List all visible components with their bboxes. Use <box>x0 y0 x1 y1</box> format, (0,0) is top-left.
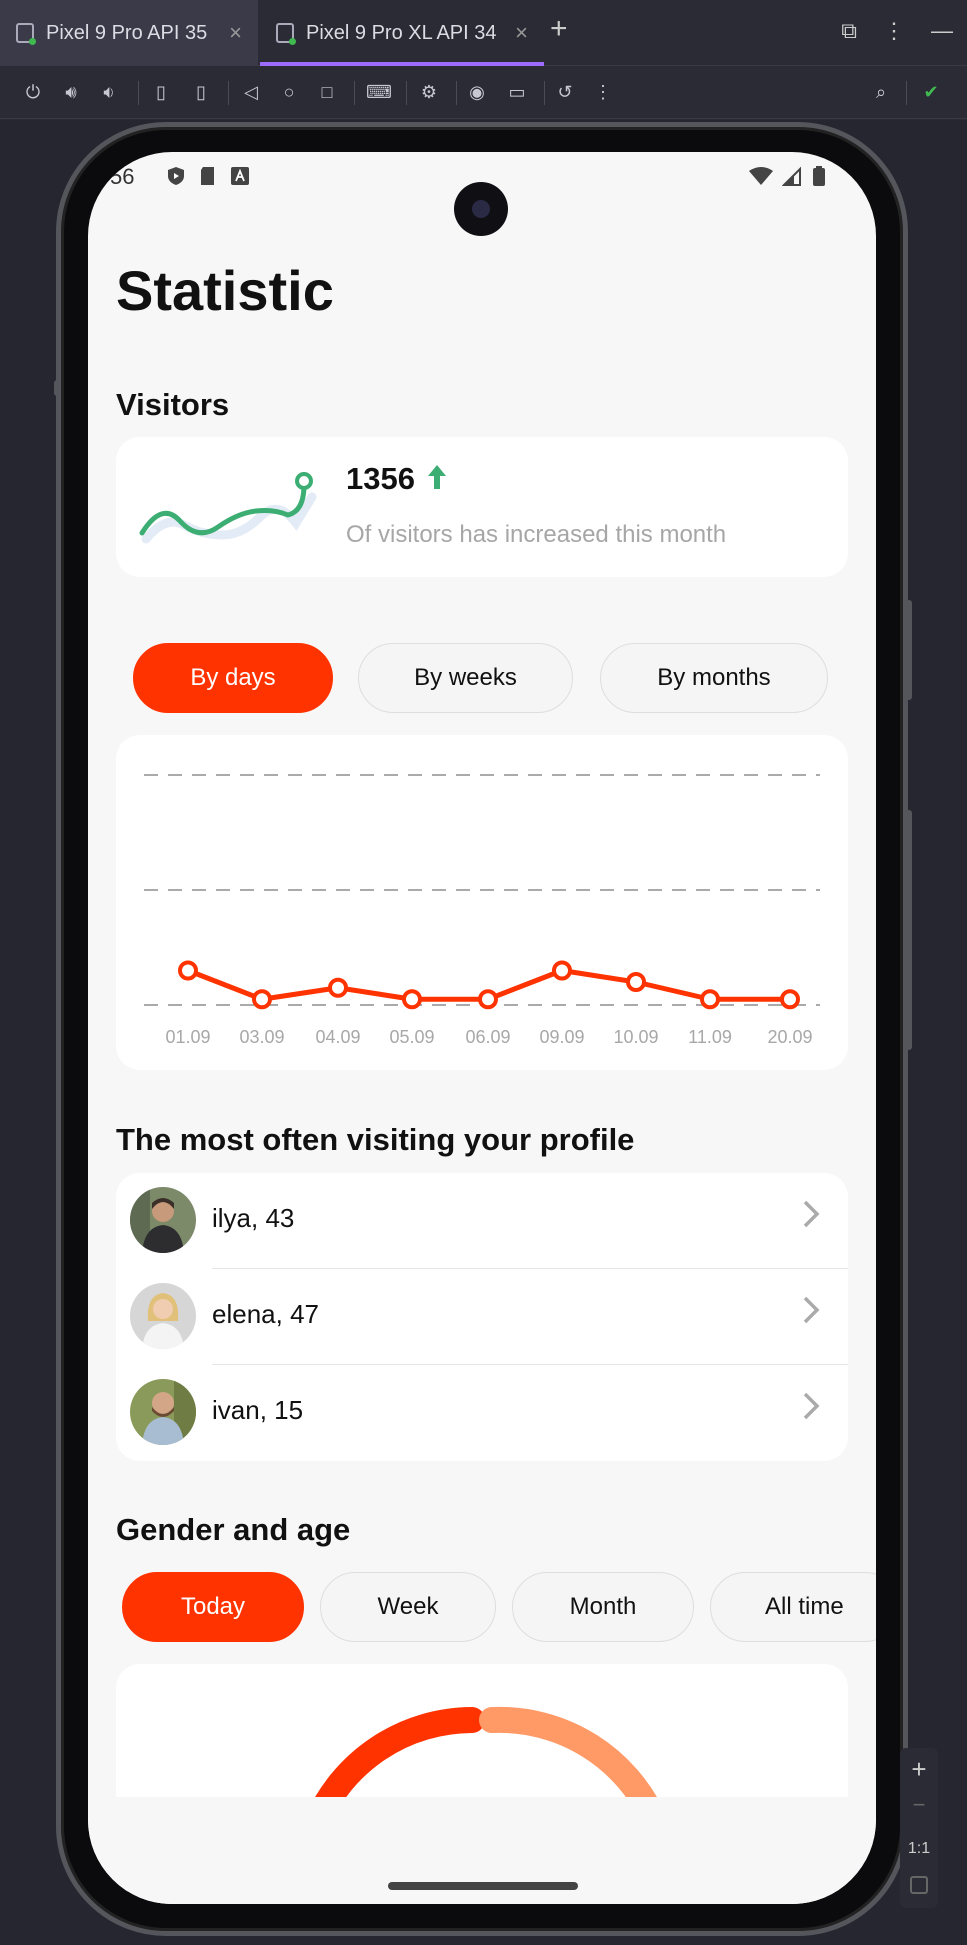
x-tick-label: 06.09 <box>465 1027 510 1047</box>
list-item-ilya[interactable]: ilya, 43 <box>116 1173 848 1269</box>
close-icon[interactable]: × <box>229 20 242 46</box>
sd-card-icon <box>201 167 214 185</box>
data-point-04.09[interactable] <box>328 977 348 998</box>
data-point-20.09[interactable] <box>780 989 800 1010</box>
period-tab-by-months[interactable]: By months <box>600 643 828 713</box>
close-icon[interactable]: × <box>515 20 528 46</box>
screenrecord-icon[interactable]: ▭ <box>504 79 530 105</box>
volume-up-icon[interactable]: 🔊︎ <box>58 79 84 105</box>
zoom-out-button[interactable]: − <box>900 1792 938 1818</box>
chevron-right-icon <box>803 1392 820 1420</box>
tab-pixel-9-pro-api-35[interactable]: Pixel 9 Pro API 35 × <box>0 0 258 66</box>
visitor-name: elena, 47 <box>212 1299 319 1329</box>
rotate-left-icon[interactable]: ▯ <box>148 79 174 105</box>
x-tick-label: 11.09 <box>688 1027 732 1047</box>
phone-screen[interactable]: 56 Statistic Visitors 1356 Of visitors h… <box>88 152 876 1904</box>
emulator-toolbar: ⏻ 🔊︎ 🔉︎ ▯ ▯ ◁ ○ □ ⌨ ⚙ ◉ ▭ ↺ ⋮ ⌕ ✔ <box>0 67 967 119</box>
shield-icon <box>168 167 184 185</box>
wifi-icon <box>749 167 773 185</box>
chevron-right-icon <box>803 1200 820 1228</box>
tab-label: Pixel 9 Pro API 35 <box>46 21 208 44</box>
period-tab-by-weeks[interactable]: By weeks <box>358 643 573 713</box>
data-point-10.09[interactable] <box>626 972 646 992</box>
status-time: 56 <box>110 164 135 189</box>
front-camera <box>454 182 508 236</box>
page-title: Statistic <box>116 259 334 322</box>
visitor-name: ivan, 15 <box>212 1395 304 1425</box>
visitors-count: 1356 <box>346 461 415 496</box>
back-icon[interactable]: ◁ <box>238 79 264 105</box>
range-tab-all-time[interactable]: All time <box>710 1572 876 1642</box>
visitors-description: Of visitors has increased this month <box>346 521 727 548</box>
overview-icon[interactable]: □ <box>314 79 340 105</box>
data-point-05.09[interactable] <box>402 989 422 1010</box>
data-point-03.09[interactable] <box>252 989 272 1010</box>
home-indicator[interactable] <box>388 1882 578 1890</box>
visitor-name: ilya, 43 <box>212 1203 295 1233</box>
rotate-right-icon[interactable]: ▯ <box>188 79 214 105</box>
data-point-11.09[interactable] <box>700 989 720 1010</box>
gender-age-heading: Gender and age <box>116 1512 351 1547</box>
visits-line-chart: 01.09 03.09 04.09 05.09 06.09 09.09 10.09 11.09… <box>144 774 820 1047</box>
font-a-icon <box>231 167 249 185</box>
visitor-list: ilya, 43 elena, 47 ivan, 15 <box>116 1173 848 1461</box>
battery-icon <box>813 166 825 186</box>
range-tab-month[interactable]: Month <box>512 1572 694 1642</box>
snapshot-icon[interactable]: ↺ <box>552 79 578 105</box>
arrow-up-icon <box>428 465 446 489</box>
most-visiting-heading: The most often visiting your profile <box>116 1122 635 1157</box>
screenshot-icon[interactable]: ◉ <box>464 79 490 105</box>
x-tick-label: 03.09 <box>239 1027 284 1047</box>
tab-pixel-9-pro-xl-api-34[interactable]: Pixel 9 Pro XL API 34 × <box>260 0 544 66</box>
more-icon[interactable]: ⋮ <box>883 18 905 44</box>
tab-label: Pixel 9 Pro XL API 34 <box>306 21 497 44</box>
visitors-card: 1356 Of visitors has increased this mont… <box>116 437 848 577</box>
signal-icon <box>782 166 801 186</box>
volume-down-icon[interactable]: 🔉︎ <box>96 79 122 105</box>
avatar <box>130 1187 196 1253</box>
device-icon <box>276 23 296 45</box>
zoom-ratio-button[interactable]: 1:1 <box>900 1840 938 1858</box>
x-tick-label: 20.09 <box>767 1027 812 1047</box>
avatar <box>130 1283 196 1349</box>
chevron-right-icon <box>803 1296 820 1324</box>
range-tab-week[interactable]: Week <box>320 1572 496 1642</box>
zoom-controls: + − 1:1 <box>900 1748 938 1908</box>
fit-screen-icon[interactable] <box>910 1876 928 1894</box>
more-icon[interactable]: ⋮ <box>590 79 616 105</box>
device-icon <box>16 23 36 45</box>
device-settings-icon[interactable]: ⚙ <box>416 79 442 105</box>
home-icon[interactable]: ○ <box>276 79 302 105</box>
restore-icon[interactable]: ⧉ <box>841 18 857 44</box>
x-tick-label: 04.09 <box>315 1027 360 1047</box>
list-item-elena[interactable]: elena, 47 <box>116 1269 848 1365</box>
avatar <box>130 1379 196 1445</box>
data-point-01.09[interactable] <box>178 960 198 981</box>
visits-chart-card: 01.09 03.09 04.09 05.09 06.09 09.09 10.09 11.09… <box>116 735 848 1070</box>
check-icon[interactable]: ✔ <box>918 79 944 105</box>
new-tab-button[interactable]: + <box>550 12 568 46</box>
list-item-ivan[interactable]: ivan, 15 <box>116 1365 848 1461</box>
data-point-06.09[interactable] <box>478 989 498 1010</box>
minimize-icon[interactable]: — <box>931 18 953 44</box>
period-tab-by-days[interactable]: By days <box>133 643 333 713</box>
x-tick-label: 10.09 <box>613 1027 658 1047</box>
visitors-sparkline <box>139 472 317 544</box>
data-point-09.09[interactable] <box>552 960 572 981</box>
range-tab-today[interactable]: Today <box>122 1572 304 1642</box>
zoom-in-button[interactable]: + <box>900 1754 938 1785</box>
x-tick-label: 01.09 <box>165 1027 210 1047</box>
visitors-heading: Visitors <box>116 387 230 422</box>
power-icon[interactable]: ⏻ <box>20 79 46 105</box>
x-tick-label: 09.09 <box>539 1027 584 1047</box>
inspect-icon[interactable]: ⌕ <box>868 79 894 105</box>
ide-tab-bar: Pixel 9 Pro API 35 × Pixel 9 Pro XL API … <box>0 0 967 66</box>
x-tick-label: 05.09 <box>389 1027 434 1047</box>
keyboard-icon[interactable]: ⌨ <box>366 79 392 105</box>
